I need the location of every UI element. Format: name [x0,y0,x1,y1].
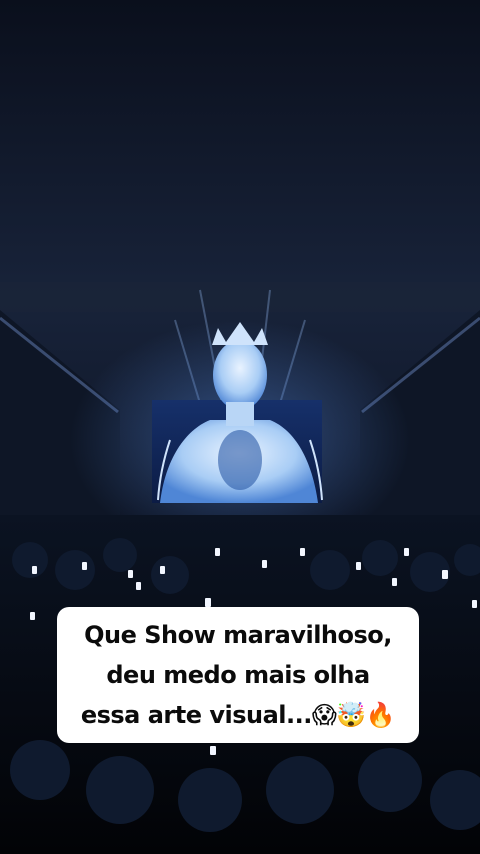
caption-line-1: Que Show maravilhoso, [84,621,392,649]
video-caption: Que Show maravilhoso, deu medo mais olha… [57,607,419,743]
caption-line-2: deu medo mais olha [106,661,370,689]
ceiling-band [0,282,480,312]
caption-line-3: essa arte visual...😱🤯🔥 [80,701,396,729]
